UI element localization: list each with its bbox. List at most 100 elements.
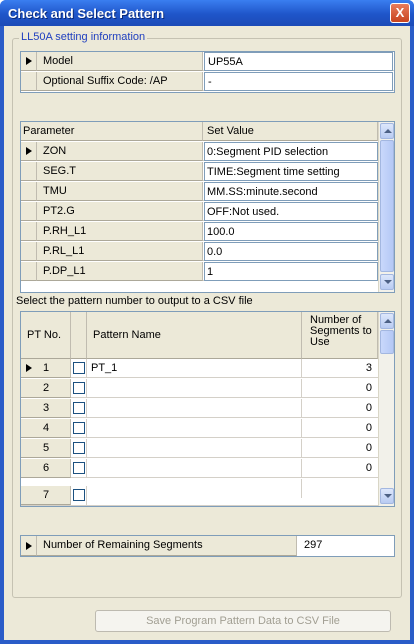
pt-no-cell: 4: [21, 419, 71, 438]
save-csv-button[interactable]: Save Program Pattern Data to CSV File: [95, 610, 391, 632]
parameter-name: P.RL_L1: [37, 242, 203, 261]
pattern-row[interactable]: 5 0: [21, 439, 378, 458]
parameter-value[interactable]: 100.0: [204, 222, 378, 241]
row-selector: [21, 72, 37, 91]
pattern-row[interactable]: 6 0: [21, 459, 378, 478]
model-row[interactable]: Model UP55A: [21, 52, 394, 71]
select-cell[interactable]: [71, 359, 87, 378]
row-selector: [21, 162, 37, 181]
parameter-value[interactable]: 0.0: [204, 242, 378, 261]
current-row-marker-icon: [26, 57, 32, 65]
pattern-row[interactable]: 3 0: [21, 399, 378, 418]
current-row-marker-icon: [26, 364, 32, 372]
suffix-row[interactable]: Optional Suffix Code: /AP -: [21, 72, 394, 91]
pt-number: 6: [43, 462, 50, 474]
pattern-name-cell[interactable]: [87, 439, 302, 458]
pt-no-cell: 5: [21, 439, 71, 458]
suffix-label: Optional Suffix Code: /AP: [37, 72, 203, 91]
select-checkbox[interactable]: [73, 362, 85, 374]
parameter-name: SEG.T: [37, 162, 203, 181]
pt-number: 1: [43, 362, 50, 374]
remaining-segments-value: 297: [304, 539, 323, 551]
remaining-segments-label: Number of Remaining Segments: [37, 536, 297, 556]
pt-no-cell: 1: [21, 359, 71, 378]
current-row-marker-icon: [26, 542, 32, 550]
parameter-value[interactable]: 0:Segment PID selection: [204, 142, 378, 161]
parameter-row[interactable]: PT2.G OFF:Not used.: [21, 202, 378, 221]
pt-number: 3: [43, 402, 50, 414]
segments-cell[interactable]: 0: [302, 379, 378, 398]
parameter-name: P.RH_L1: [37, 222, 203, 241]
pattern-row[interactable]: 1 PT_1 3: [21, 359, 378, 378]
pattern-name-cell[interactable]: [87, 379, 302, 398]
pattern-name-cell[interactable]: [87, 419, 302, 438]
select-checkbox[interactable]: [73, 402, 85, 414]
suffix-value[interactable]: -: [204, 72, 393, 91]
scroll-thumb[interactable]: [380, 330, 394, 354]
scroll-down-icon[interactable]: [380, 488, 394, 504]
parameter-value[interactable]: TIME:Segment time setting: [204, 162, 378, 181]
segments-header: Number of Segments to Use: [302, 312, 378, 359]
pattern-name-cell[interactable]: [87, 459, 302, 478]
parameter-name: PT2.G: [37, 202, 203, 221]
segments-cell[interactable]: 0: [302, 419, 378, 438]
parameter-scrollbar[interactable]: [378, 122, 394, 292]
pattern-header-row: PT No. Pattern Name Number of Segments t…: [21, 312, 378, 359]
row-selector: [21, 536, 37, 556]
model-table: Model UP55A Optional Suffix Code: /AP -: [20, 51, 395, 93]
close-button[interactable]: X: [390, 3, 410, 23]
select-cell[interactable]: [71, 459, 87, 478]
parameter-header: Parameter: [21, 122, 203, 141]
parameter-row[interactable]: P.RH_L1 100.0: [21, 222, 378, 241]
segments-cell[interactable]: 0: [302, 439, 378, 458]
segments-cell[interactable]: 3: [302, 359, 378, 378]
segments-cell[interactable]: 0: [302, 459, 378, 478]
pt-number: 7: [43, 489, 50, 501]
select-cell[interactable]: [71, 379, 87, 398]
parameter-value[interactable]: 1: [204, 262, 378, 281]
parameter-row[interactable]: P.RL_L1 0.0: [21, 242, 378, 261]
select-cell[interactable]: [71, 439, 87, 458]
parameter-value[interactable]: OFF:Not used.: [204, 202, 378, 221]
select-checkbox[interactable]: [73, 489, 85, 501]
select-cell[interactable]: [71, 399, 87, 418]
pattern-row[interactable]: 7: [21, 479, 378, 506]
pattern-name-cell[interactable]: [87, 399, 302, 418]
pattern-name-cell[interactable]: [87, 479, 302, 498]
parameter-row[interactable]: SEG.T TIME:Segment time setting: [21, 162, 378, 181]
parameter-name: TMU: [37, 182, 203, 201]
select-checkbox[interactable]: [73, 422, 85, 434]
pattern-row[interactable]: 4 0: [21, 419, 378, 438]
select-checkbox[interactable]: [73, 442, 85, 454]
segments-cell[interactable]: 0: [302, 399, 378, 418]
pattern-row[interactable]: 2 0: [21, 379, 378, 398]
pattern-scrollbar[interactable]: [378, 312, 394, 506]
remaining-segments-row: Number of Remaining Segments 297: [20, 535, 395, 557]
parameter-row[interactable]: P.DP_L1 1: [21, 262, 378, 281]
segments-cell[interactable]: [302, 479, 378, 498]
row-selector: [21, 242, 37, 261]
select-cell[interactable]: [71, 486, 87, 505]
pt-number: 2: [43, 382, 50, 394]
current-row-marker-icon: [26, 147, 32, 155]
parameter-value[interactable]: MM.SS:minute.second: [204, 182, 378, 201]
scroll-thumb[interactable]: [380, 140, 394, 272]
select-checkbox[interactable]: [73, 462, 85, 474]
scroll-up-icon[interactable]: [380, 123, 394, 139]
parameter-row[interactable]: TMU MM.SS:minute.second: [21, 182, 378, 201]
title-bar[interactable]: Check and Select Pattern X: [0, 0, 414, 26]
select-cell[interactable]: [71, 419, 87, 438]
pt-number: 4: [43, 422, 50, 434]
scroll-down-icon[interactable]: [380, 274, 394, 290]
parameter-header-row: Parameter Set Value: [21, 122, 378, 141]
parameter-row[interactable]: ZON 0:Segment PID selection: [21, 142, 378, 161]
select-checkbox[interactable]: [73, 382, 85, 394]
model-value[interactable]: UP55A: [204, 52, 393, 71]
pattern-name-cell[interactable]: PT_1: [87, 359, 302, 378]
pt-no-header: PT No.: [21, 312, 71, 359]
row-selector: [21, 52, 37, 71]
set-value-header: Set Value: [203, 122, 378, 141]
row-selector: [21, 142, 37, 161]
group-title: LL50A setting information: [19, 31, 148, 43]
scroll-up-icon[interactable]: [380, 313, 394, 329]
